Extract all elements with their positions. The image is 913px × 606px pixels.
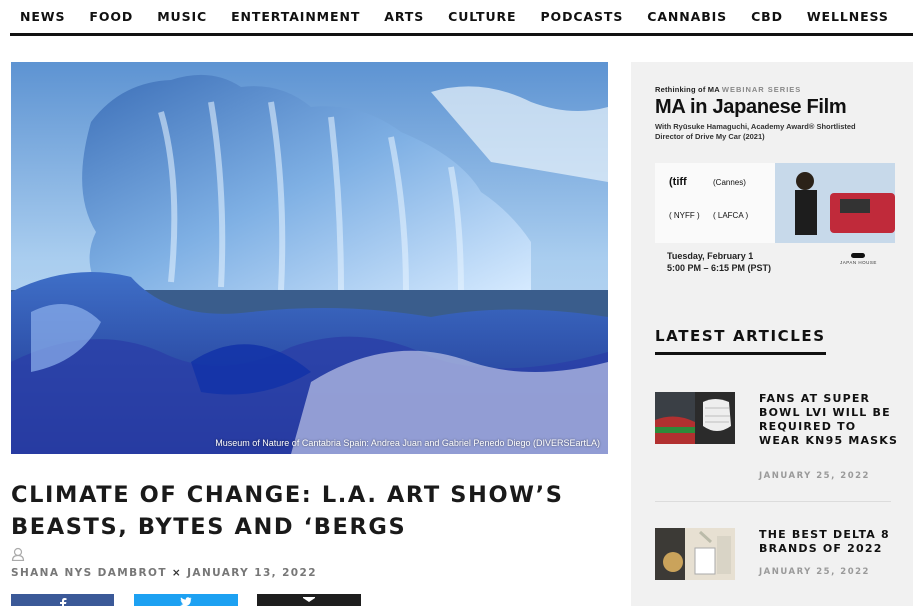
iceberg-illustration <box>11 62 608 454</box>
twitter-icon <box>180 597 192 606</box>
ad-title: MA in Japanese Film <box>655 96 847 118</box>
article-title[interactable]: THE BEST DELTA 8 BRANDS OF 2022 <box>759 528 899 556</box>
nav-item-cbd[interactable]: CBD <box>751 9 783 24</box>
nav-item-culture[interactable]: CULTURE <box>448 9 516 24</box>
ad-banner-image: (tiff (Cannes) ( NYFF ) ( LAFCA ) <box>655 163 895 243</box>
japan-house-logo: JAPAN HOUSE <box>840 253 877 265</box>
nav-item-arts[interactable]: ARTS <box>384 9 424 24</box>
stadium-mask-thumbnail <box>655 392 735 444</box>
share-twitter-button[interactable] <box>134 594 238 606</box>
svg-text:( NYFF ): ( NYFF ) <box>669 211 700 220</box>
hero-image[interactable]: Museum of Nature of Cantabria Spain: And… <box>11 62 608 454</box>
article-date: JANUARY 25, 2022 <box>759 471 870 481</box>
article-date: JANUARY 25, 2022 <box>759 567 870 577</box>
article-thumbnail[interactable] <box>655 392 735 444</box>
ad-subtitle: With Ryūsuke Hamaguchi, Academy Award® S… <box>655 122 856 141</box>
share-facebook-button[interactable] <box>11 594 114 606</box>
article-title[interactable]: FANS AT SUPER BOWL LVI WILL BE REQUIRED … <box>759 392 899 448</box>
top-nav: NEWS FOOD MUSIC ENTERTAINMENT ARTS CULTU… <box>10 0 913 36</box>
nav-item-podcasts[interactable]: PODCASTS <box>541 9 624 24</box>
byline-separator: × <box>171 567 183 579</box>
nav-item-wellness[interactable]: WELLNESS <box>807 9 889 24</box>
nav-item-news[interactable]: NEWS <box>20 9 65 24</box>
nav-item-food[interactable]: FOOD <box>89 9 133 24</box>
author-avatar-icon[interactable] <box>11 547 25 561</box>
article-thumbnail[interactable] <box>655 528 735 580</box>
article-headline[interactable]: CLIMATE OF CHANGE: L.A. ART SHOW’S BEAST… <box>11 479 611 543</box>
article-divider <box>655 501 891 502</box>
share-email-button[interactable] <box>257 594 361 606</box>
svg-text:( LAFCA ): ( LAFCA ) <box>713 211 748 220</box>
ad-kicker: Rethinking of MA WEBINAR SERIES <box>655 85 802 94</box>
svg-text:(Cannes): (Cannes) <box>713 178 746 187</box>
sidebar: Rethinking of MA WEBINAR SERIES MA in Ja… <box>631 62 913 606</box>
webinar-ad[interactable]: Rethinking of MA WEBINAR SERIES MA in Ja… <box>655 85 895 309</box>
byline: SHANA NYS DAMBROT × JANUARY 13, 2022 <box>11 567 317 579</box>
author-name[interactable]: SHANA NYS DAMBROT <box>11 567 167 579</box>
heading-underline <box>655 352 826 355</box>
nav-item-entertainment[interactable]: ENTERTAINMENT <box>231 9 360 24</box>
publish-date: JANUARY 13, 2022 <box>187 567 317 579</box>
nav-item-music[interactable]: MUSIC <box>157 9 207 24</box>
nav-item-cannabis[interactable]: CANNABIS <box>647 9 727 24</box>
delta8-products-thumbnail <box>655 528 735 580</box>
latest-articles-heading: LATEST ARTICLES <box>655 327 826 345</box>
hero-caption: Museum of Nature of Cantabria Spain: And… <box>215 438 600 448</box>
facebook-icon <box>59 598 66 606</box>
logo-mark-icon <box>851 253 866 258</box>
svg-text:(tiff: (tiff <box>669 176 687 188</box>
email-icon <box>303 597 315 602</box>
ad-date: Tuesday, February 1 5:00 PM – 6:15 PM (P… <box>667 251 772 273</box>
film-festival-banner: (tiff (Cannes) ( NYFF ) ( LAFCA ) <box>655 163 895 243</box>
